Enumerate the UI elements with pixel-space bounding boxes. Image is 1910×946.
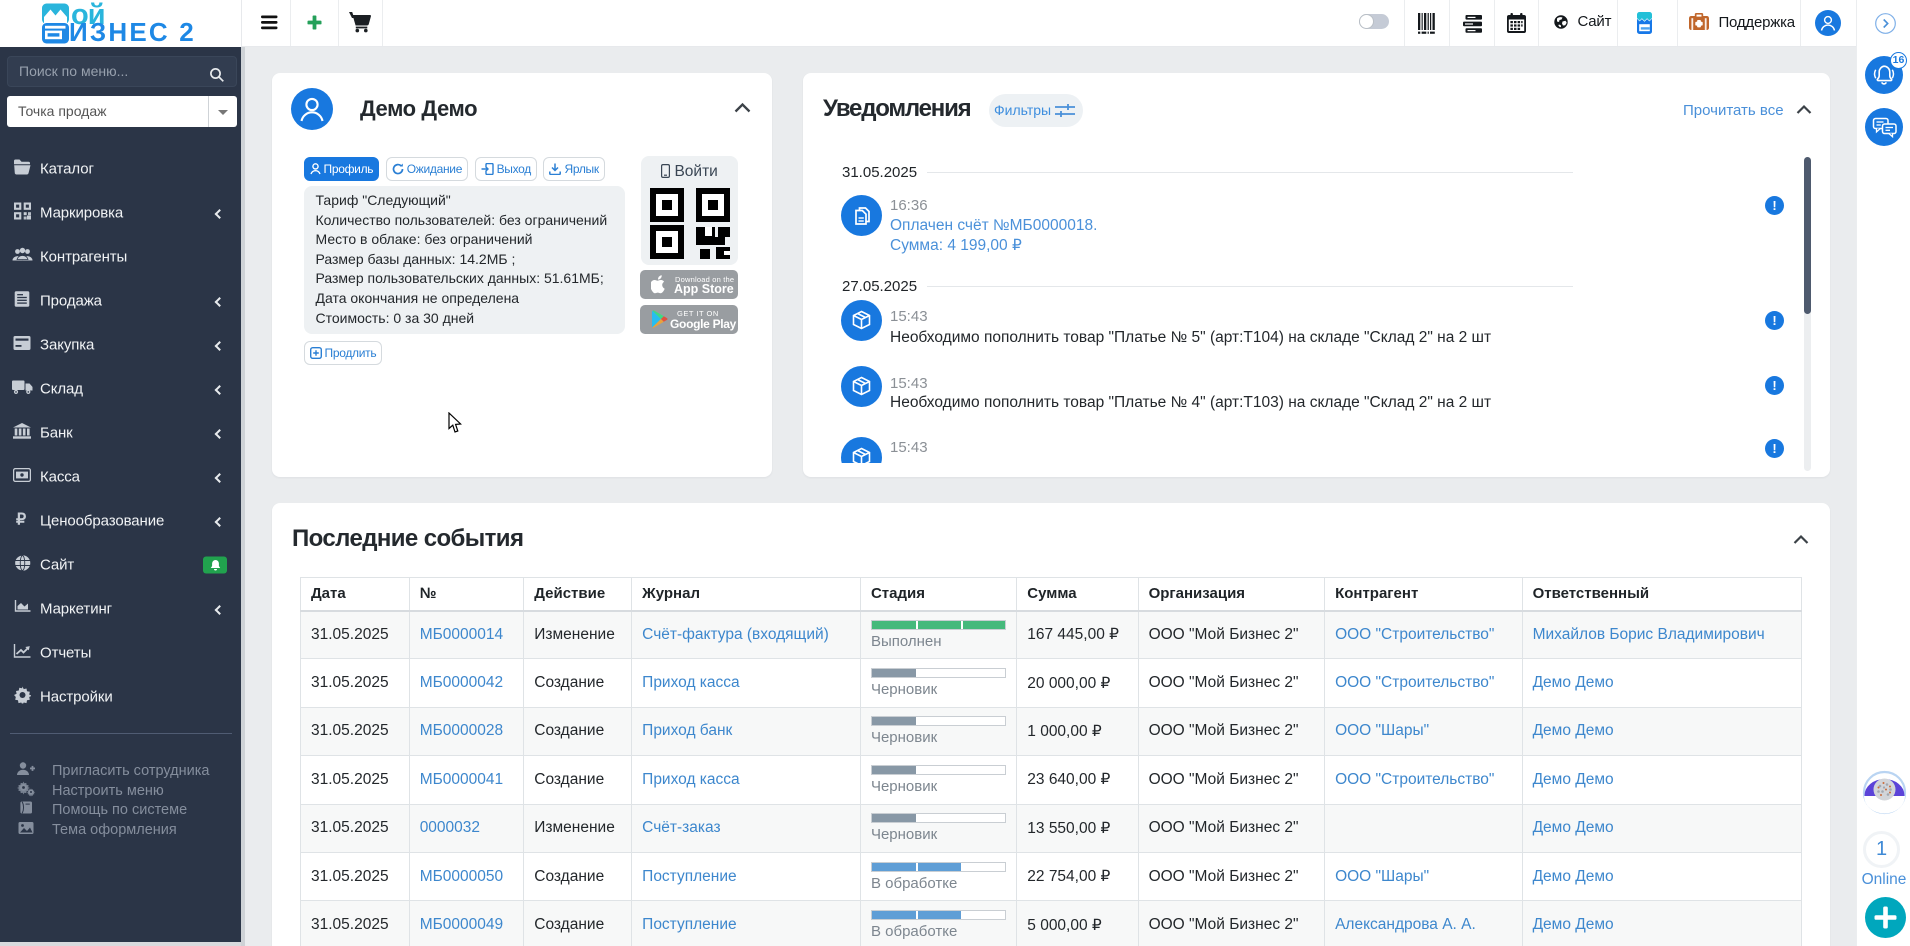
svg-text:₽: ₽ [16, 512, 26, 528]
svg-text:ИЗНЕС 2: ИЗНЕС 2 [69, 17, 196, 47]
